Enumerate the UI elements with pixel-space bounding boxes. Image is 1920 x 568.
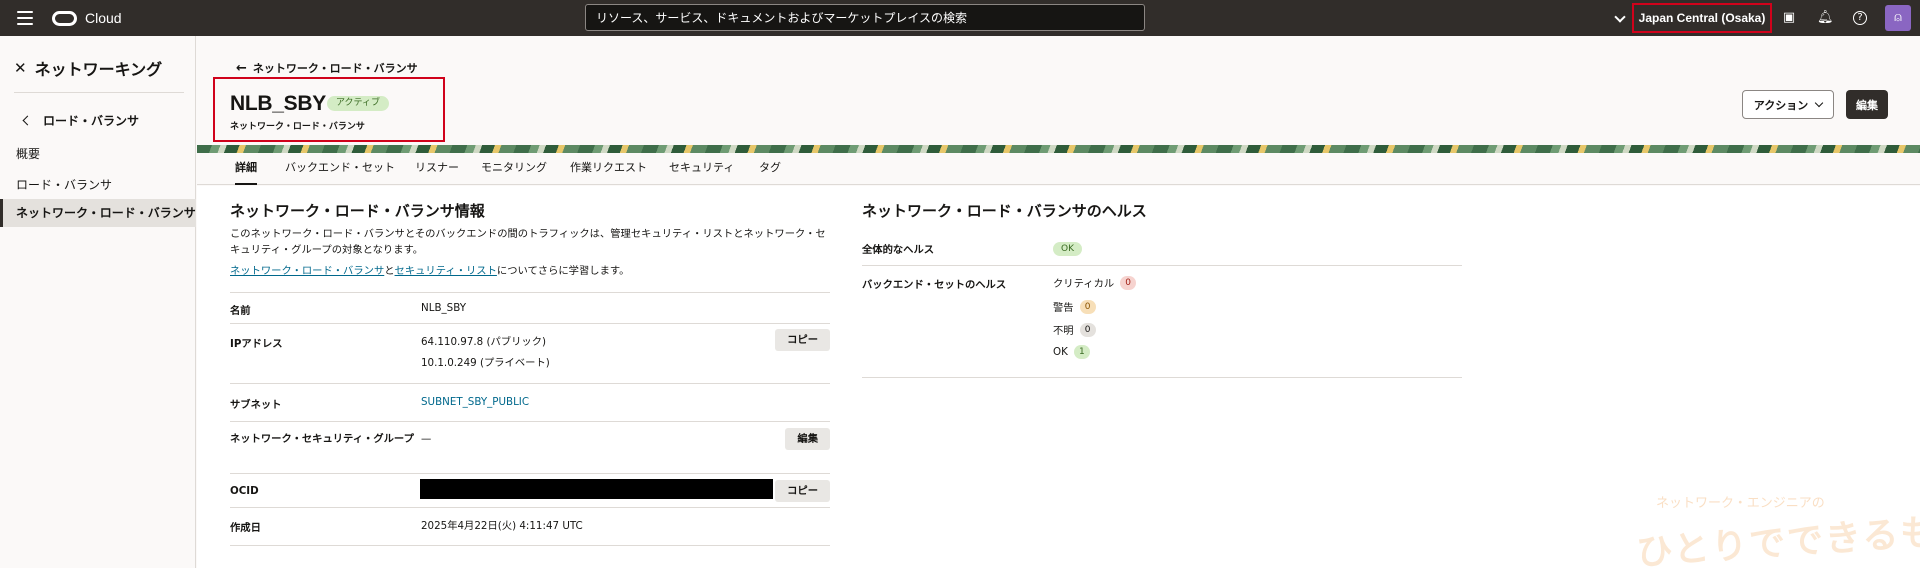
health-unknown: 不明 0 bbox=[1053, 322, 1096, 337]
cloud-logo[interactable]: Cloud bbox=[52, 10, 122, 26]
nsg-value: — bbox=[421, 433, 432, 445]
nsg-label: ネットワーク・セキュリティ・グループ bbox=[230, 433, 414, 445]
chevron-down-icon bbox=[1814, 98, 1824, 108]
nav-back-link[interactable]: ロード・バランサ bbox=[22, 112, 140, 129]
page-subtitle: ネットワーク・ロード・バランサ bbox=[230, 122, 365, 132]
row-name: 名前 NLB_SBY bbox=[230, 292, 830, 324]
decorative-banner bbox=[197, 145, 1920, 153]
user-avatar-icon[interactable]: ⍝ bbox=[1885, 5, 1911, 31]
ocid-redacted-value bbox=[420, 479, 773, 499]
bell-icon[interactable]: 🔔︎ bbox=[1817, 10, 1834, 26]
tab-monitoring[interactable]: モニタリング bbox=[481, 153, 547, 185]
row-created: 作成日 2025年4月22日(火) 4:11:47 UTC bbox=[230, 508, 830, 546]
backend-health-label: バックエンド・セットのヘルス bbox=[862, 279, 1007, 291]
row-ip-address: IPアドレス 64.110.97.8 (パブリック) 10.1.0.249 (プ… bbox=[230, 324, 830, 384]
region-selector[interactable]: Japan Central (Osaka) bbox=[1632, 3, 1772, 33]
brand-text: Cloud bbox=[85, 10, 122, 26]
nav-item-network-load-balancers[interactable]: ネットワーク・ロード・バランサ bbox=[0, 199, 196, 227]
overall-health-badge: OK bbox=[1053, 242, 1082, 256]
unknown-count-badge: 0 bbox=[1079, 322, 1096, 337]
health-section-title: ネットワーク・ロード・バランサのヘルス bbox=[862, 202, 1147, 220]
learn-link-nlb[interactable]: ネットワーク・ロード・バランサ bbox=[230, 265, 384, 277]
breadcrumb-back-link[interactable]: ← ネットワーク・ロード・バランサ bbox=[236, 60, 418, 76]
created-label: 作成日 bbox=[230, 522, 261, 534]
row-backend-health: バックエンド・セットのヘルス クリティカル 0 警告 0 不明 0 OK 1 bbox=[862, 266, 1462, 378]
tab-tags[interactable]: タグ bbox=[759, 153, 781, 185]
nav-item-overview[interactable]: 概要 bbox=[0, 140, 196, 168]
actions-label: アクション bbox=[1753, 98, 1809, 112]
arrow-left-icon: ← bbox=[236, 60, 247, 76]
overall-health-label: 全体的なヘルス bbox=[862, 244, 935, 256]
health-ok: OK 1 bbox=[1053, 345, 1090, 359]
watermark-subtext: ネットワーク・エンジニアの bbox=[1656, 496, 1825, 511]
tab-details[interactable]: 詳細 bbox=[235, 153, 257, 185]
ip-public-value: 64.110.97.8 (パブリック) bbox=[421, 336, 547, 348]
copy-ip-button[interactable]: コピー bbox=[775, 329, 830, 351]
edit-button[interactable]: 編集 bbox=[1846, 90, 1888, 119]
nav-title: ネットワーキング bbox=[34, 60, 163, 79]
row-ocid: OCID コピー bbox=[230, 474, 830, 508]
chevron-left-icon bbox=[22, 115, 33, 126]
tab-security[interactable]: セキュリティ bbox=[669, 153, 734, 185]
copy-ocid-button[interactable]: コピー bbox=[775, 480, 830, 502]
oracle-logo-icon bbox=[52, 10, 77, 26]
info-description: このネットワーク・ロード・バランサとそのバックエンドの間のトラフィックは、管理セ… bbox=[230, 228, 826, 256]
watermark-logo: ネットワーク・エンジニアの ひとりでできるもん bbox=[1635, 490, 1920, 568]
tools-icon: ✕ bbox=[14, 59, 27, 77]
row-subnet: サブネット SUBNET_SBY_PUBLIC bbox=[230, 384, 830, 422]
breadcrumb-label: ネットワーク・ロード・バランサ bbox=[252, 62, 418, 75]
row-overall-health: 全体的なヘルス OK bbox=[862, 232, 1462, 266]
nav-item-load-balancers[interactable]: ロード・バランサ bbox=[0, 171, 196, 199]
info-section-title: ネットワーク・ロード・バランサ情報 bbox=[230, 202, 485, 220]
name-value: NLB_SBY bbox=[421, 302, 466, 314]
warning-count-badge: 0 bbox=[1079, 299, 1096, 314]
left-navigation: ✕ ネットワーキング ロード・バランサ 概要 ロード・バランサ ネットワーク・ロ… bbox=[0, 36, 196, 568]
tab-listeners[interactable]: リスナー bbox=[415, 153, 459, 185]
health-critical: クリティカル 0 bbox=[1053, 275, 1137, 290]
name-label: 名前 bbox=[230, 305, 251, 317]
subnet-link[interactable]: SUBNET_SBY_PUBLIC bbox=[421, 393, 529, 411]
cloud-shell-icon[interactable]: ▣ bbox=[1781, 10, 1797, 26]
row-nsg: ネットワーク・セキュリティ・グループ — 編集 bbox=[230, 422, 830, 474]
hamburger-menu-icon[interactable] bbox=[17, 11, 33, 25]
learn-link-security-list[interactable]: セキュリティ・リスト bbox=[395, 265, 497, 277]
health-warning: 警告 0 bbox=[1053, 299, 1096, 314]
ip-label: IPアドレス bbox=[230, 338, 283, 350]
nav-header: ✕ ネットワーキング bbox=[14, 56, 162, 80]
status-badge: アクティブ bbox=[327, 96, 390, 111]
region-chevron-down-icon[interactable] bbox=[1614, 11, 1626, 23]
nav-back-label: ロード・バランサ bbox=[43, 114, 140, 128]
actions-button[interactable]: アクション bbox=[1742, 90, 1834, 119]
ip-private-value: 10.1.0.249 (プライベート) bbox=[421, 357, 550, 369]
tab-backend-sets[interactable]: バックエンド・セット bbox=[285, 153, 395, 185]
top-bar: Cloud リソース、サービス、ドキュメントおよびマーケットプレイスの検索 Ja… bbox=[0, 0, 1920, 36]
page-title: NLB_SBY bbox=[230, 92, 326, 115]
tab-bar: 詳細 バックエンド・セット リスナー モニタリング 作業リクエスト セキュリティ… bbox=[197, 153, 1920, 185]
created-value: 2025年4月22日(火) 4:11:47 UTC bbox=[421, 520, 583, 532]
ok-count-badge: 1 bbox=[1073, 345, 1090, 359]
subnet-label: サブネット bbox=[230, 399, 282, 411]
learn-more-text: ネットワーク・ロード・バランサとセキュリティ・リストについてさらに学習します。 bbox=[230, 265, 630, 277]
nsg-edit-button[interactable]: 編集 bbox=[785, 428, 830, 450]
critical-count-badge: 0 bbox=[1120, 275, 1137, 290]
search-input[interactable]: リソース、サービス、ドキュメントおよびマーケットプレイスの検索 bbox=[585, 4, 1145, 31]
tab-work-requests[interactable]: 作業リクエスト bbox=[570, 153, 647, 185]
ocid-label: OCID bbox=[230, 485, 259, 497]
help-icon[interactable]: ? bbox=[1853, 11, 1867, 25]
nav-divider bbox=[14, 92, 184, 93]
